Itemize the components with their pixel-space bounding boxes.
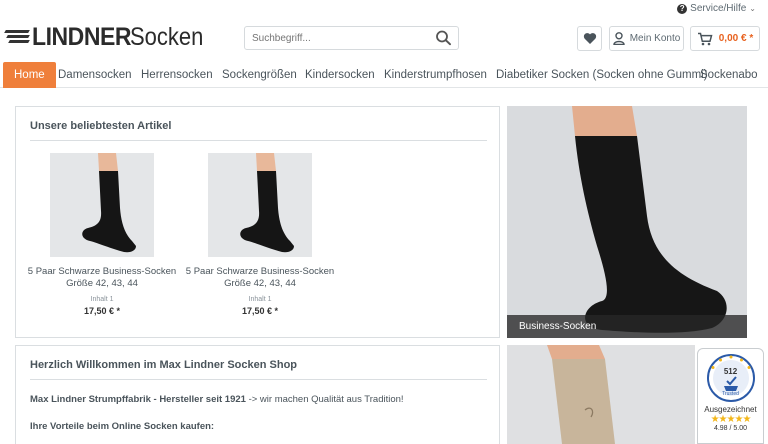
wishlist-button[interactable] <box>577 26 602 51</box>
black-sock-image <box>50 153 154 257</box>
business-sock-image <box>507 106 747 338</box>
nav-item-damensocken[interactable]: Damensocken <box>58 62 132 88</box>
product-name-line2: Größe 42, 43, 44 <box>224 278 296 289</box>
main-navigation: Home Damensocken Herrensocken Sockengröß… <box>0 62 768 88</box>
nav-item-kindersocken[interactable]: Kindersocken <box>305 62 375 88</box>
service-help-menu[interactable]: ? Service/Hilfe ⌄ <box>677 3 756 14</box>
search-bar <box>244 26 459 50</box>
welcome-intro-rest: -> wir machen Qualität aus Tradition! <box>245 394 404 405</box>
divider <box>30 379 487 380</box>
rating-stars-icon: ★★★★★ <box>710 414 752 425</box>
cart-total: 0,00 € * <box>718 33 754 44</box>
search-input[interactable] <box>245 27 425 49</box>
cart-icon <box>697 32 713 45</box>
product-content-label: Inhalt 1 <box>90 296 114 303</box>
welcome-panel: Herzlich Willkommen im Max Lindner Socke… <box>15 345 500 444</box>
product-name[interactable]: 5 Paar Schwarze Business-Socken Größe 42… <box>24 266 180 290</box>
topbar: ? Service/Hilfe ⌄ <box>0 0 768 18</box>
logo-stripes-icon <box>4 27 31 47</box>
trust-label: Ausgezeichnet <box>704 405 757 414</box>
account-label: Mein Konto <box>629 33 681 44</box>
trust-score: 4.98 / 5.00 <box>713 425 748 432</box>
account-button[interactable]: Mein Konto <box>609 26 684 51</box>
welcome-title: Herzlich Willkommen im Max Lindner Socke… <box>30 359 298 371</box>
cart-button[interactable]: 0,00 € * <box>690 26 760 51</box>
trust-review-count: 512 <box>723 367 738 376</box>
popular-products-panel: Unsere beliebtesten Artikel 5 Paar Schwa… <box>15 106 500 338</box>
product-price: 17,50 € * <box>241 306 279 316</box>
nav-item-sockengroessen[interactable]: Sockengrößen <box>222 62 297 88</box>
product-name-line1: 5 Paar Schwarze Business-Socken <box>27 266 177 277</box>
logo-brand-bold: LINDNER <box>32 22 132 51</box>
nav-item-diabetiker-socken[interactable]: Diabetiker Socken (Socken ohne Gummi) <box>496 62 708 88</box>
product-price: 17,50 € * <box>83 306 121 316</box>
logo-brand-regular: Socken <box>129 22 203 51</box>
welcome-intro-bold: Max Lindner Strumpffabrik - Hersteller s… <box>30 394 246 405</box>
nav-item-herrensocken[interactable]: Herrensocken <box>141 62 213 88</box>
welcome-advantages-heading: Ihre Vorteile beim Online Socken kaufen: <box>30 421 215 432</box>
trust-badge[interactable]: 512 Trusted Ausgezeichnet ★★★★★ 4.98 / 5… <box>697 348 764 444</box>
business-socks-banner[interactable]: Business-Socken <box>507 106 747 338</box>
product-image[interactable] <box>50 153 154 257</box>
product-name[interactable]: 5 Paar Schwarze Business-Socken Größe 42… <box>182 266 338 290</box>
search-button[interactable] <box>434 29 454 47</box>
black-sock-image <box>208 153 312 257</box>
product-card[interactable]: 5 Paar Schwarze Business-Socken Größe 42… <box>24 153 180 316</box>
user-icon <box>613 32 625 45</box>
product-card[interactable]: 5 Paar Schwarze Business-Socken Größe 42… <box>182 153 338 316</box>
nav-item-kinderstrumpfhosen[interactable]: Kinderstrumpfhosen <box>384 62 487 88</box>
divider <box>30 140 487 141</box>
question-icon: ? <box>677 3 688 14</box>
site-logo[interactable]: LINDNER Socken <box>4 22 213 51</box>
beige-sock-image <box>507 345 695 444</box>
product-name-line2: Größe 42, 43, 44 <box>66 278 138 289</box>
search-icon <box>436 30 451 46</box>
nav-item-home[interactable]: Home <box>3 62 56 88</box>
service-help-label: Service/Hilfe <box>690 3 747 14</box>
banner-caption: Business-Socken <box>507 315 747 338</box>
chevron-down-icon: ⌄ <box>749 4 756 13</box>
welcome-intro-text: Max Lindner Strumpffabrik - Hersteller s… <box>30 394 404 405</box>
product-name-line1: 5 Paar Schwarze Business-Socken <box>185 266 335 277</box>
nav-item-sockenabo[interactable]: Sockenabo <box>700 62 758 88</box>
trust-seal-icon: 512 Trusted <box>706 353 756 403</box>
trust-seal-label: Trusted <box>722 391 739 397</box>
beige-socks-banner[interactable] <box>507 345 695 444</box>
heart-icon <box>583 33 596 44</box>
popular-products-title: Unsere beliebtesten Artikel <box>30 120 172 132</box>
product-image[interactable] <box>208 153 312 257</box>
product-content-label: Inhalt 1 <box>248 296 272 303</box>
